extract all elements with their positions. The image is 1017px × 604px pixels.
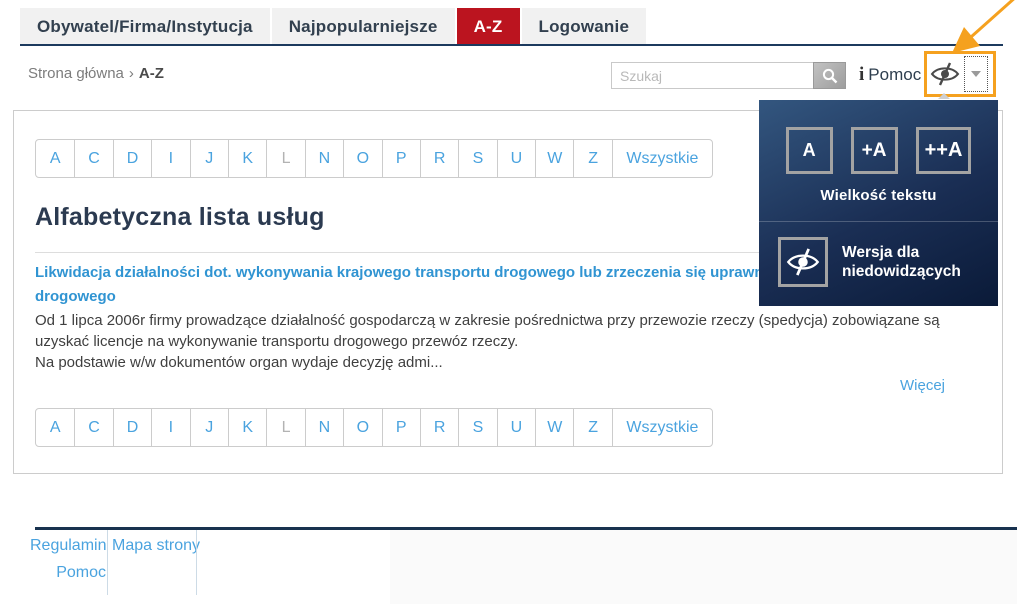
help-link[interactable]: i Pomoc (859, 64, 921, 86)
footer-link-pomoc[interactable]: Pomoc (30, 559, 106, 586)
tab-logowanie[interactable]: Logowanie (522, 8, 647, 45)
service-title-link-line2[interactable]: drogowego (35, 288, 761, 305)
accessibility-dropdown-button[interactable] (964, 56, 988, 92)
footer-link-mapa-strony[interactable]: Mapa strony (112, 532, 200, 559)
alphabet-letter-r[interactable]: R (420, 409, 458, 446)
text-size-normal-button[interactable]: A (786, 127, 833, 174)
footer-column-1: Regulamin Pomoc (30, 532, 106, 586)
alphabet-letter-d[interactable]: D (113, 140, 151, 177)
alphabet-letter-w[interactable]: W (535, 140, 573, 177)
alphabet-filter-bottom: ACDIJKLNOPRSUWZWszystkie (35, 408, 713, 447)
alphabet-letter-c[interactable]: C (74, 140, 112, 177)
alphabet-letter-k[interactable]: K (228, 409, 266, 446)
accessibility-menu-panel: A +A ++A Wielkość tekstu Wersja dla nied… (759, 100, 998, 306)
alphabet-letter-o[interactable]: O (343, 140, 381, 177)
text-size-larger-button[interactable]: +A (851, 127, 898, 174)
text-size-section: A +A ++A Wielkość tekstu (759, 100, 998, 222)
alphabet-filter-top: ACDIJKLNOPRSUWZWszystkie (35, 139, 713, 178)
low-vision-eye-white-icon (786, 247, 820, 277)
alphabet-letter-u[interactable]: U (497, 140, 535, 177)
alphabet-letter-d[interactable]: D (113, 409, 151, 446)
more-link[interactable]: Więcej (900, 377, 945, 394)
accessibility-widget-highlight (924, 51, 996, 97)
footer-column-2: Mapa strony (112, 532, 200, 559)
alphabet-letter-i[interactable]: I (151, 140, 189, 177)
alphabet-letter-n[interactable]: N (305, 140, 343, 177)
alphabet-letter-j[interactable]: J (190, 409, 228, 446)
search-button[interactable] (813, 62, 846, 89)
alphabet-letter-z[interactable]: Z (573, 140, 611, 177)
footer-background (390, 530, 1017, 604)
accessibility-eye-button[interactable] (927, 55, 963, 93)
alphabet-letter-k[interactable]: K (228, 140, 266, 177)
breadcrumb-home[interactable]: Strona główna (28, 65, 124, 82)
alphabet-letter-a[interactable]: A (36, 409, 74, 446)
alphabet-letter-j[interactable]: J (190, 140, 228, 177)
help-label: Pomoc (868, 65, 921, 85)
alphabet-all-link[interactable]: Wszystkie (612, 409, 712, 446)
tab-najpopularniejsze[interactable]: Najpopularniejsze (272, 8, 455, 45)
footer-divider-2 (196, 530, 197, 595)
panel-connector-caret (938, 93, 950, 99)
alphabet-letter-s[interactable]: S (458, 140, 496, 177)
nav-underline (20, 44, 1003, 46)
breadcrumb-separator: › (129, 65, 134, 82)
main-nav: Obywatel/Firma/Instytucja Najpopularniej… (20, 8, 648, 45)
alphabet-letter-s[interactable]: S (458, 409, 496, 446)
page: Obywatel/Firma/Instytucja Najpopularniej… (0, 0, 1017, 604)
alphabet-letter-c[interactable]: C (74, 409, 112, 446)
alphabet-letter-u[interactable]: U (497, 409, 535, 446)
tab-obywatel-firma-instytucja[interactable]: Obywatel/Firma/Instytucja (20, 8, 270, 45)
alphabet-letter-r[interactable]: R (420, 140, 458, 177)
breadcrumb: Strona główna › A-Z (28, 65, 164, 82)
chevron-down-icon (971, 71, 981, 77)
alphabet-letter-o[interactable]: O (343, 409, 381, 446)
info-icon: i (859, 64, 864, 86)
service-description: Od 1 lipca 2006r firmy prowadzące działa… (35, 310, 940, 373)
text-size-largest-button[interactable]: ++A (916, 127, 972, 174)
search-input[interactable] (611, 62, 813, 89)
tab-a-z[interactable]: A-Z (457, 8, 520, 45)
service-title-link[interactable]: Likwidacja działalności dot. wykonywania… (35, 264, 761, 281)
alphabet-letter-i[interactable]: I (151, 409, 189, 446)
breadcrumb-current: A-Z (139, 65, 164, 82)
alphabet-letter-n[interactable]: N (305, 409, 343, 446)
search-box (611, 62, 846, 89)
alphabet-letter-a[interactable]: A (36, 140, 74, 177)
page-title: Alfabetyczna lista usług (35, 203, 325, 232)
footer-link-regulamin[interactable]: Regulamin (30, 532, 106, 559)
low-vision-version-button[interactable] (778, 237, 828, 287)
alphabet-letter-l[interactable]: L (266, 140, 304, 177)
alphabet-letter-w[interactable]: W (535, 409, 573, 446)
alphabet-letter-p[interactable]: P (382, 409, 420, 446)
alphabet-letter-p[interactable]: P (382, 140, 420, 177)
alphabet-letter-l[interactable]: L (266, 409, 304, 446)
footer-divider-1 (107, 530, 108, 595)
alphabet-letter-z[interactable]: Z (573, 409, 611, 446)
low-vision-eye-icon (930, 61, 960, 87)
alphabet-all-link[interactable]: Wszystkie (612, 140, 712, 177)
text-size-label: Wielkość tekstu (759, 187, 998, 204)
low-vision-section[interactable]: Wersja dla niedowidzących (759, 222, 998, 287)
footer-top-border (35, 527, 1017, 530)
search-icon (822, 68, 838, 84)
low-vision-version-label[interactable]: Wersja dla niedowidzących (842, 243, 961, 281)
